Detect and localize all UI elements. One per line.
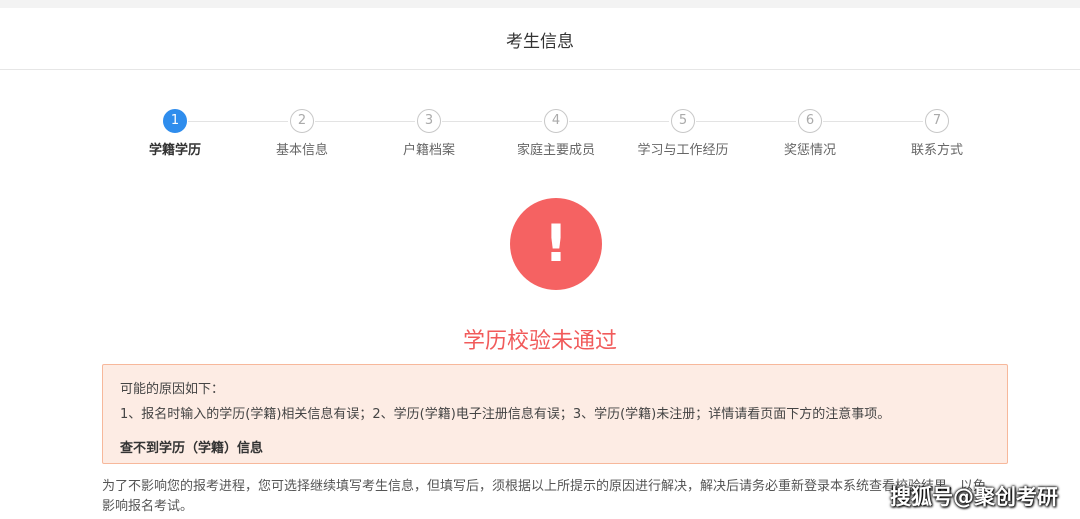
- verification-failed-title: 学历校验未通过: [462, 329, 617, 354]
- notice-text: 为了不影响您的报考进程，您可选择继续填写考生信息，但填写后，须根据以上所提示的原…: [102, 479, 987, 514]
- step-label: 奖惩情况: [783, 143, 836, 158]
- step-2[interactable]: 2 基本信息: [232, 106, 372, 158]
- step-number: 2: [290, 109, 314, 133]
- step-number: 3: [417, 109, 441, 133]
- step-number: 5: [671, 109, 695, 133]
- step-label: 户籍档案: [402, 143, 455, 158]
- page-title: 考生信息: [506, 32, 574, 52]
- exclamation-icon: !: [510, 198, 602, 290]
- step-label: 学习与工作经历: [637, 143, 729, 158]
- step-number: 4: [544, 109, 568, 133]
- step-number: 6: [798, 109, 822, 133]
- record-not-found-link[interactable]: 查不到学历（学籍）信息: [120, 437, 263, 456]
- step-6[interactable]: 6 奖惩情况: [740, 106, 880, 158]
- step-3[interactable]: 3 户籍档案: [359, 106, 499, 158]
- step-number: 1: [163, 109, 187, 133]
- step-1[interactable]: 1 学籍学历: [105, 106, 245, 158]
- step-label: 基本信息: [275, 143, 328, 158]
- progress-stepper: 1 学籍学历 2 基本信息 3 户籍档案 4 家庭主要成员 5 学习与工作经历 …: [100, 106, 1000, 166]
- reason-alert-box: 可能的原因如下： 1、报名时输入的学历(学籍)相关信息有误；2、学历(学籍)电子…: [102, 364, 1008, 464]
- step-label: 联系方式: [910, 143, 963, 158]
- top-strip: [0, 0, 1080, 8]
- step-number: 7: [925, 109, 949, 133]
- step-label: 家庭主要成员: [516, 143, 595, 158]
- watermark: 搜狐号@聚创考研: [890, 485, 1058, 509]
- step-label: 学籍学历: [148, 143, 201, 158]
- reason-list: 1、报名时输入的学历(学籍)相关信息有误；2、学历(学籍)电子注册信息有误；3、…: [120, 407, 891, 422]
- step-4[interactable]: 4 家庭主要成员: [486, 106, 626, 158]
- reason-heading: 可能的原因如下：: [120, 382, 225, 397]
- page-header: 考生信息: [0, 8, 1080, 70]
- step-5[interactable]: 5 学习与工作经历: [613, 106, 753, 158]
- step-7[interactable]: 7 联系方式: [867, 106, 1007, 158]
